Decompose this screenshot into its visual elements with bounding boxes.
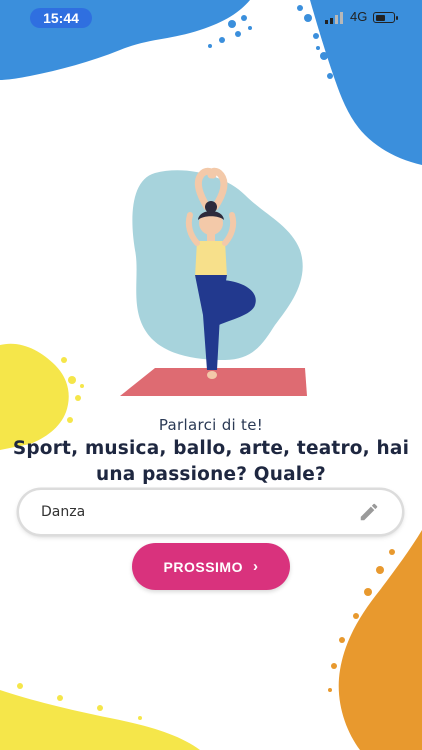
orange-brush-bottom-right-decoration: [328, 530, 422, 750]
yellow-brush-bottom-decoration: [0, 683, 200, 750]
next-button[interactable]: PROSSIMO ›: [132, 543, 290, 590]
question-heading: Sport, musica, ballo, arte, teatro, hai …: [12, 438, 410, 485]
answer-input[interactable]: Danza: [41, 504, 358, 520]
answer-field[interactable]: Danza: [19, 490, 402, 534]
status-time: 15:44: [30, 8, 92, 28]
section-subtitle: Parlarci di te!: [158, 416, 264, 434]
network-type: 4G: [350, 9, 368, 24]
status-bar: 15:44 4G: [0, 0, 422, 36]
cellular-signal-icon: [325, 12, 343, 24]
pencil-icon[interactable]: [358, 501, 380, 523]
yoga-woman-illustration: [120, 167, 307, 396]
chevron-right-icon: ›: [252, 558, 259, 575]
next-button-label: PROSSIMO: [163, 558, 243, 575]
battery-icon: [373, 12, 398, 23]
